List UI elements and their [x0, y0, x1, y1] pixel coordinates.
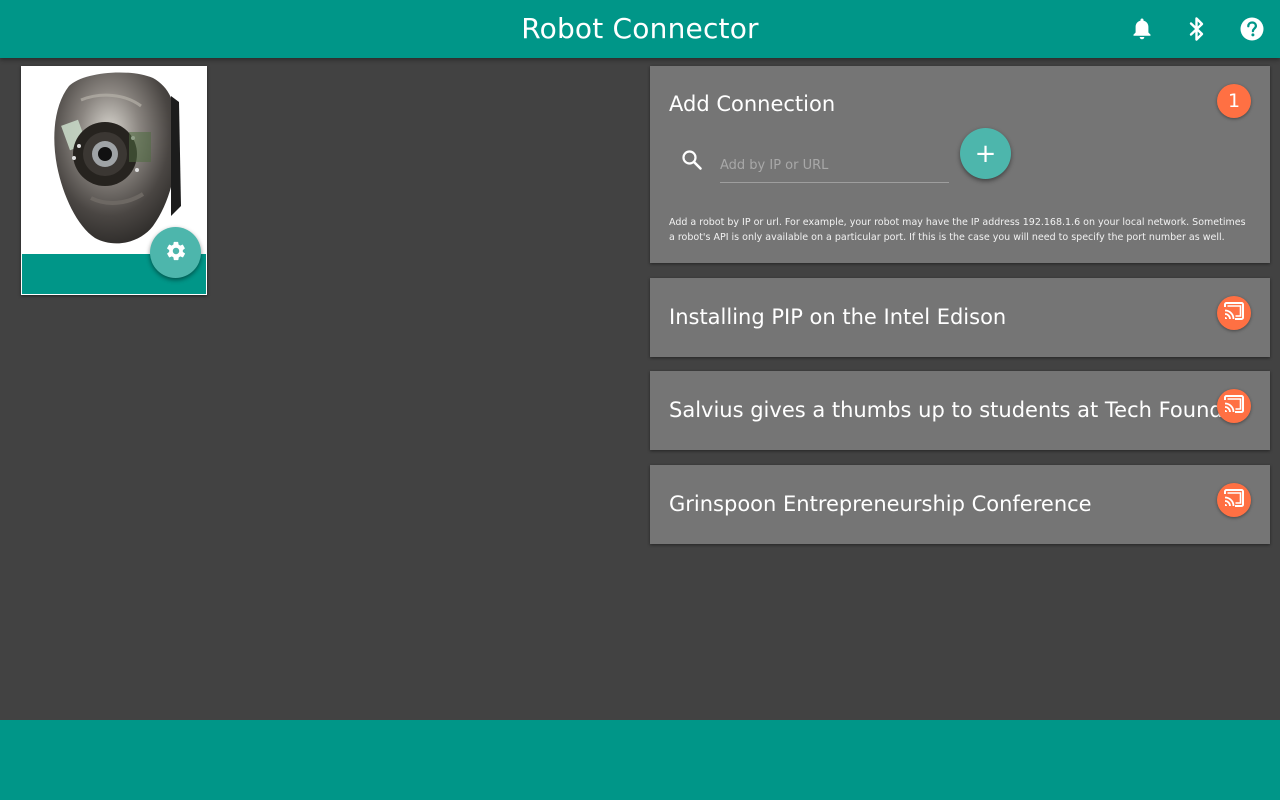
ip-url-input[interactable] — [720, 148, 949, 183]
bell-icon[interactable] — [1127, 14, 1157, 44]
cast-icon — [1223, 488, 1245, 512]
add-connection-help-text: Add a robot by IP or url. For example, y… — [669, 217, 1246, 243]
post-card[interactable]: Salvius gives a thumbs up to students at… — [650, 371, 1270, 450]
post-card[interactable]: Installing PIP on the Intel Edison — [650, 278, 1270, 357]
robot-head-image — [21, 66, 207, 254]
app-bar: Robot Connector — [0, 0, 1280, 58]
search-icon — [680, 148, 704, 172]
post-title: Installing PIP on the Intel Edison — [669, 305, 1007, 329]
add-connection-card: Add Connection 1 + Add a robot by IP or … — [650, 66, 1270, 263]
gear-icon — [165, 240, 187, 266]
cast-button[interactable] — [1217, 296, 1251, 330]
help-icon[interactable] — [1237, 14, 1267, 44]
post-title: Salvius gives a thumbs up to students at… — [669, 398, 1244, 422]
post-title: Grinspoon Entrepreneurship Conference — [669, 492, 1092, 516]
post-card[interactable]: Grinspoon Entrepreneurship Conference — [650, 465, 1270, 544]
connection-count-badge: 1 — [1217, 84, 1251, 118]
bottom-bar — [0, 720, 1280, 800]
cast-icon — [1223, 301, 1245, 325]
add-connection-title: Add Connection — [669, 92, 836, 116]
app-title: Robot Connector — [521, 12, 759, 45]
cast-button[interactable] — [1217, 389, 1251, 423]
bluetooth-icon[interactable] — [1182, 14, 1212, 44]
cast-button[interactable] — [1217, 483, 1251, 517]
robot-settings-button[interactable] — [150, 227, 201, 278]
add-connection-button[interactable]: + — [960, 128, 1011, 179]
cast-icon — [1223, 394, 1245, 418]
